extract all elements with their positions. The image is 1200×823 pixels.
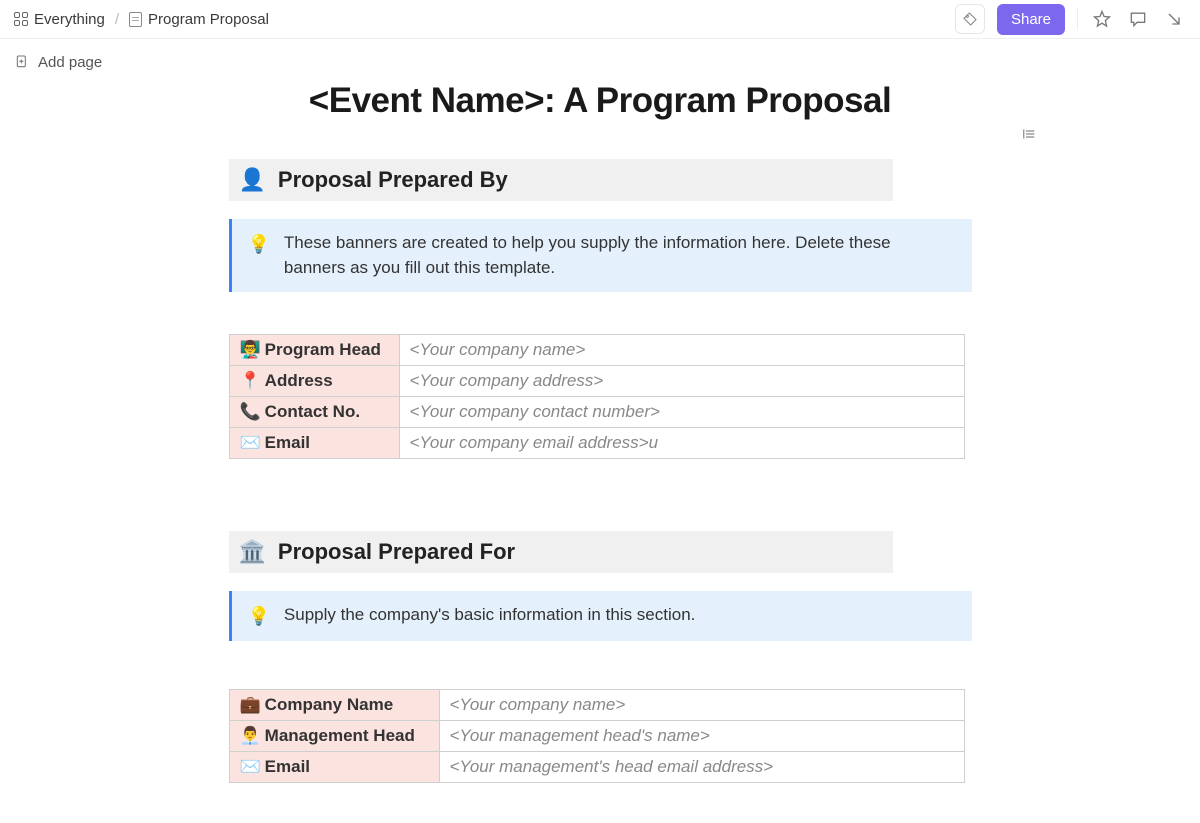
separator [1077, 8, 1078, 30]
add-page-label: Add page [38, 54, 102, 71]
pin-icon: 📍 [240, 371, 261, 390]
topbar-actions: Share [955, 4, 1186, 35]
person-icon: 👤 [239, 167, 266, 193]
breadcrumb-current[interactable]: Program Proposal [129, 11, 269, 28]
callout-text: These banners are created to help you su… [284, 231, 956, 280]
row-label: Address [265, 371, 333, 390]
row-label: Company Name [265, 695, 393, 714]
briefcase-icon: 💼 [240, 695, 261, 714]
row-label: Email [265, 433, 310, 452]
collapse-button[interactable] [1162, 7, 1186, 31]
row-value[interactable]: <Your company name> [399, 335, 964, 366]
table-row[interactable]: ✉️Email <Your management's head email ad… [229, 752, 964, 783]
row-value[interactable]: <Your company contact number> [399, 397, 964, 428]
breadcrumb-root[interactable]: Everything [14, 11, 105, 28]
add-page-button[interactable]: Add page [14, 54, 102, 71]
breadcrumb: Everything / Program Proposal [14, 11, 955, 28]
subbar: Add page [0, 39, 1200, 85]
table-prepared-for: 💼Company Name <Your company name> 👨‍💼Man… [229, 689, 965, 783]
row-value[interactable]: <Your management's head email address> [439, 752, 964, 783]
table-row[interactable]: ✉️Email <Your company email address>u [229, 428, 964, 459]
callout-prepared-by[interactable]: 💡 These banners are created to help you … [229, 219, 972, 292]
page: <Event Name>: A Program Proposal 👤 Propo… [0, 81, 1200, 823]
callout-prepared-for[interactable]: 💡 Supply the company's basic information… [229, 591, 972, 641]
section-header-label: Proposal Prepared By [278, 167, 508, 193]
mail-icon: ✉️ [240, 757, 261, 776]
section-header-prepared-for[interactable]: 🏛️ Proposal Prepared For [229, 531, 893, 573]
table-row[interactable]: 📞Contact No. <Your company contact numbe… [229, 397, 964, 428]
table-row[interactable]: 👨‍💼Management Head <Your management head… [229, 721, 964, 752]
teacher-icon: 👨‍🏫 [240, 340, 261, 359]
share-button-label: Share [1011, 11, 1051, 28]
tag-button[interactable] [955, 4, 985, 34]
breadcrumb-separator: / [113, 11, 121, 28]
row-value[interactable]: <Your company address> [399, 366, 964, 397]
row-label: Management Head [265, 726, 415, 745]
callout-text: Supply the company's basic information i… [284, 603, 695, 629]
topbar: Everything / Program Proposal Share [0, 0, 1200, 39]
section-header-prepared-by[interactable]: 👤 Proposal Prepared By [229, 159, 893, 201]
document-icon [129, 12, 142, 27]
phone-icon: 📞 [240, 402, 261, 421]
row-value[interactable]: <Your company name> [439, 690, 964, 721]
apps-icon [14, 12, 28, 26]
table-prepared-by: 👨‍🏫Program Head <Your company name> 📍Add… [229, 334, 965, 459]
share-button[interactable]: Share [997, 4, 1065, 35]
tag-icon [962, 11, 978, 27]
add-page-icon [14, 54, 30, 70]
favorite-button[interactable] [1090, 7, 1114, 31]
row-label: Email [265, 757, 310, 776]
arrow-down-right-icon [1164, 9, 1184, 29]
bulb-icon: 💡 [248, 231, 270, 280]
row-label: Program Head [265, 340, 381, 359]
comment-icon [1128, 9, 1148, 29]
star-icon [1092, 9, 1112, 29]
section-header-label: Proposal Prepared For [278, 539, 515, 565]
row-label: Contact No. [265, 402, 360, 421]
building-icon: 🏛️ [239, 539, 266, 565]
breadcrumb-root-label: Everything [34, 11, 105, 28]
mail-icon: ✉️ [240, 433, 261, 452]
table-row[interactable]: 💼Company Name <Your company name> [229, 690, 964, 721]
breadcrumb-current-label: Program Proposal [148, 11, 269, 28]
outline-button[interactable] [1020, 125, 1038, 148]
table-row[interactable]: 📍Address <Your company address> [229, 366, 964, 397]
comments-button[interactable] [1126, 7, 1150, 31]
table-row[interactable]: 👨‍🏫Program Head <Your company name> [229, 335, 964, 366]
outline-icon [1020, 125, 1038, 143]
manager-icon: 👨‍💼 [240, 726, 261, 745]
row-value[interactable]: <Your management head's name> [439, 721, 964, 752]
content: 👤 Proposal Prepared By 💡 These banners a… [229, 159, 972, 783]
row-value[interactable]: <Your company email address>u [399, 428, 964, 459]
bulb-icon: 💡 [248, 603, 270, 629]
page-title[interactable]: <Event Name>: A Program Proposal [0, 81, 1200, 121]
